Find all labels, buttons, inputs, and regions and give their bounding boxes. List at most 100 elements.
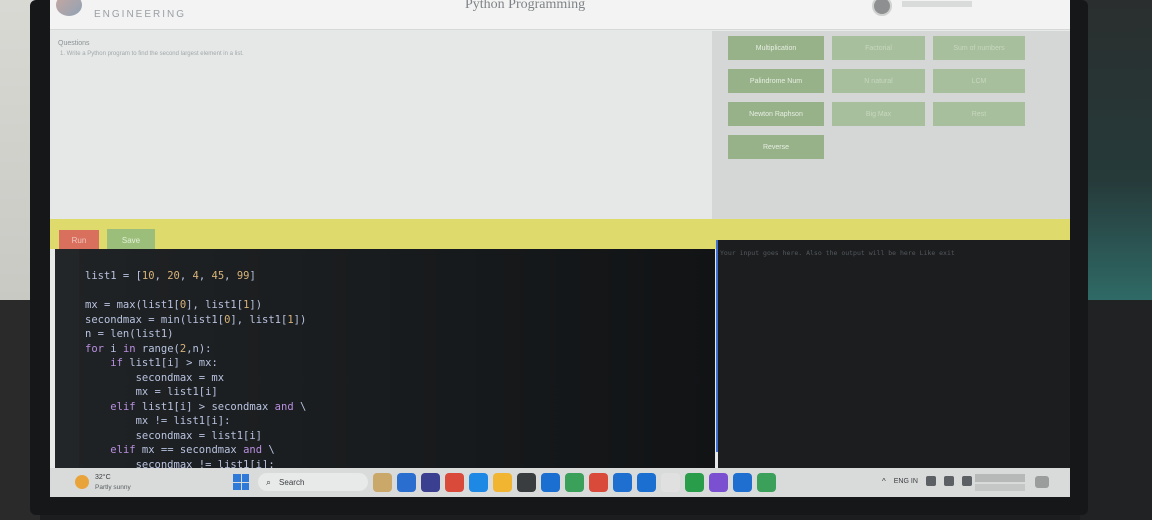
taskbar-app-icon[interactable] bbox=[757, 473, 776, 492]
background-right bbox=[1080, 0, 1152, 300]
volume-icon[interactable] bbox=[943, 476, 954, 486]
code-line: n = len(list1) bbox=[85, 327, 306, 342]
user-name bbox=[902, 1, 972, 7]
battery-icon[interactable] bbox=[961, 476, 972, 486]
search-icon: ⌕ bbox=[266, 476, 272, 487]
taskbar-app-icon[interactable] bbox=[397, 473, 416, 492]
program-button[interactable]: Factorial bbox=[832, 36, 925, 60]
code-token: if bbox=[110, 357, 123, 369]
search-label: Search bbox=[279, 477, 305, 487]
program-button[interactable]: N natural bbox=[832, 69, 925, 93]
windows-start-icon[interactable] bbox=[233, 474, 249, 490]
screen: ENGINEERING Python Programming Questions… bbox=[50, 0, 1070, 497]
code-line: list1 = [10, 20, 4, 45, 99] bbox=[85, 269, 306, 284]
code-token: secondmax = mx bbox=[85, 371, 225, 384]
code-token: and bbox=[274, 400, 294, 413]
code-line: for i in range(2,n): bbox=[85, 342, 306, 357]
program-button[interactable]: Reverse bbox=[728, 135, 824, 159]
code-line: if list1[i] > mx: bbox=[85, 356, 306, 371]
taskbar-app-icon[interactable] bbox=[565, 473, 584, 492]
code-token: for bbox=[85, 342, 104, 355]
taskbar-app-icon[interactable] bbox=[637, 473, 656, 492]
language-indicator[interactable]: ENG IN bbox=[894, 478, 918, 485]
code-line: secondmax = min(list1[0], list1[1]) bbox=[85, 313, 306, 328]
program-button[interactable]: Rest bbox=[933, 102, 1025, 126]
weather-icon[interactable] bbox=[75, 475, 89, 489]
taskbar-app-icon[interactable] bbox=[493, 473, 512, 492]
taskbar: 32°C Partly sunny ⌕ Search ^ ENG IN bbox=[50, 468, 1070, 497]
code-token: ], list1[ bbox=[230, 313, 288, 326]
app-header: ENGINEERING Python Programming bbox=[50, 0, 1070, 30]
program-button[interactable]: LCM bbox=[933, 69, 1025, 93]
save-button[interactable]: Save bbox=[107, 229, 155, 251]
program-button[interactable]: Big Max bbox=[832, 102, 925, 126]
program-button[interactable]: Multiplication bbox=[728, 36, 824, 60]
background-right-dark bbox=[1080, 300, 1152, 520]
code-token: ] bbox=[249, 270, 256, 282]
taskbar-app-icon[interactable] bbox=[685, 473, 704, 492]
system-tray: ^ ENG IN bbox=[882, 476, 972, 486]
code-token: ], list1[ bbox=[186, 299, 244, 311]
code-token: secondmax = min(list1[ bbox=[85, 313, 225, 326]
temperature: 32°C bbox=[95, 474, 111, 481]
code-token: ,n): bbox=[186, 342, 212, 355]
taskbar-app-icon[interactable] bbox=[541, 473, 560, 492]
clock[interactable] bbox=[975, 474, 1025, 482]
program-button[interactable]: Sum of numbers bbox=[933, 36, 1025, 60]
code-editor[interactable]: list1 = [10, 20, 4, 45, 99] mx = max(list… bbox=[55, 249, 715, 497]
date[interactable] bbox=[975, 484, 1025, 491]
code-token: list1[i] > secondmax bbox=[135, 400, 275, 413]
taskbar-app-icon[interactable] bbox=[733, 473, 752, 492]
output-pane: Your input goes here. Also the output wi… bbox=[718, 240, 1070, 497]
code-token: 99 bbox=[236, 270, 250, 282]
code-line: secondmax = list1[i] bbox=[85, 429, 306, 444]
code-token: in bbox=[122, 342, 136, 355]
notification-icon[interactable] bbox=[1035, 476, 1049, 488]
taskbar-app-icon[interactable] bbox=[709, 473, 728, 492]
taskbar-app-icon[interactable] bbox=[589, 473, 608, 492]
code-token: mx == secondmax bbox=[135, 444, 244, 456]
output-text: Your input goes here. Also the output wi… bbox=[720, 249, 955, 257]
code-token: ]) bbox=[293, 313, 307, 326]
taskbar-app-icon[interactable] bbox=[421, 473, 440, 492]
code-token: mx = list1[i] bbox=[85, 386, 218, 398]
taskbar-apps bbox=[373, 473, 776, 492]
chevron-up-icon[interactable]: ^ bbox=[882, 477, 886, 486]
wifi-icon[interactable] bbox=[925, 476, 936, 486]
taskbar-app-icon[interactable] bbox=[661, 473, 680, 492]
code-line: mx = list1[i] bbox=[85, 385, 306, 400]
code-token: \ bbox=[293, 400, 307, 413]
program-button[interactable]: Newton Raphson bbox=[728, 102, 824, 126]
program-button[interactable]: Palindrome Num bbox=[728, 69, 824, 93]
code-token: 20 bbox=[167, 270, 180, 282]
code-token: mx != list1[i]: bbox=[85, 415, 231, 427]
question-heading: Questions bbox=[58, 40, 90, 47]
code-token: ]) bbox=[249, 299, 263, 311]
code-token: \ bbox=[262, 444, 275, 456]
code-token: mx = max(list1[ bbox=[85, 299, 180, 311]
taskbar-search-button[interactable]: ⌕ Search bbox=[258, 473, 368, 491]
run-button[interactable]: Run bbox=[59, 230, 99, 250]
code-token: n = len(list1) bbox=[85, 328, 174, 340]
avatar[interactable] bbox=[872, 0, 892, 16]
code-token: , bbox=[224, 270, 237, 282]
code-token: elif bbox=[110, 444, 136, 456]
taskbar-app-icon[interactable] bbox=[469, 473, 488, 492]
taskbar-app-icon[interactable] bbox=[613, 473, 632, 492]
program-buttons-grid: Multiplication Factorial Sum of numbers Pal… bbox=[728, 36, 1025, 159]
code-token: 10 bbox=[141, 270, 155, 282]
taskbar-app-icon[interactable] bbox=[517, 473, 536, 492]
code-token: range( bbox=[135, 342, 180, 355]
code-line: secondmax = mx bbox=[85, 371, 306, 386]
code-token: , bbox=[179, 270, 193, 282]
code-token: list1 = [ bbox=[85, 270, 142, 282]
code-content[interactable]: list1 = [10, 20, 4, 45, 99] mx = max(list… bbox=[85, 269, 306, 472]
brand-text: ENGINEERING bbox=[94, 9, 187, 20]
taskbar-app-icon[interactable] bbox=[445, 473, 464, 492]
line-gutter bbox=[55, 249, 79, 497]
code-line: mx = max(list1[0], list1[1]) bbox=[85, 298, 306, 313]
taskbar-app-icon[interactable] bbox=[373, 473, 392, 492]
